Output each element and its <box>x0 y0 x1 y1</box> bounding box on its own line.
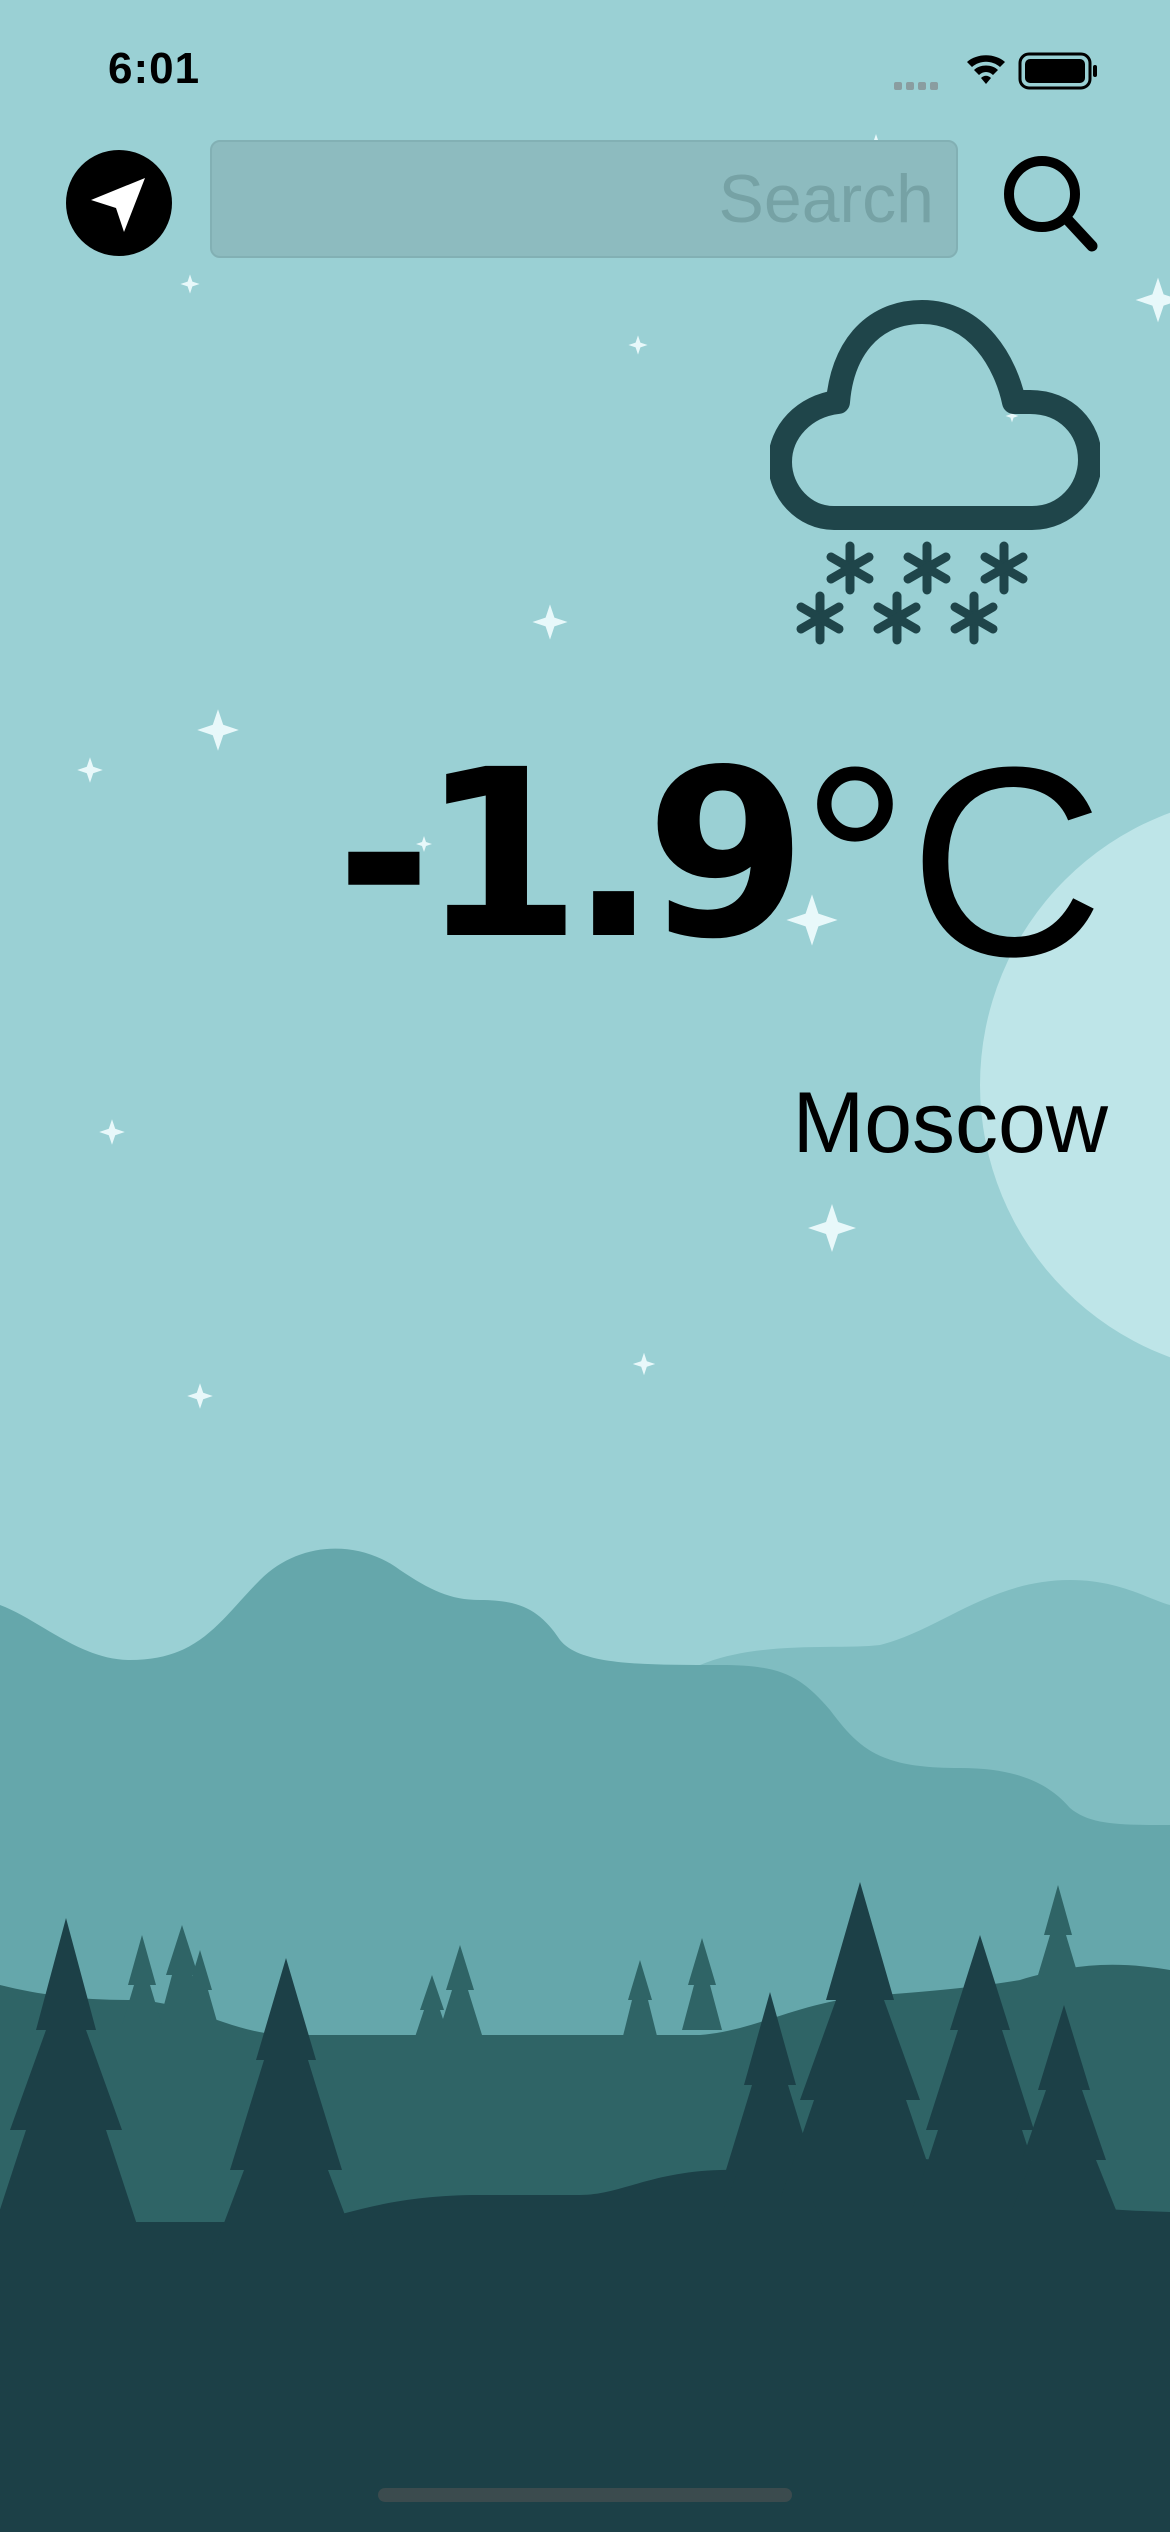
search-button[interactable] <box>996 148 1102 258</box>
status-icons <box>894 52 1097 90</box>
wifi-icon <box>967 55 1005 84</box>
location-arrow-icon <box>91 178 145 232</box>
temperature-value: -1.9 <box>335 720 807 990</box>
search-icon <box>1004 156 1098 252</box>
home-indicator <box>378 2488 792 2502</box>
city-name: Moscow <box>792 1075 1108 1171</box>
search-box <box>210 140 958 258</box>
battery-icon <box>1018 52 1097 90</box>
current-location-button[interactable] <box>66 150 172 256</box>
snow-cloud-icon <box>770 300 1100 645</box>
status-time: 6:01 <box>108 44 201 93</box>
temperature-unit: °C <box>801 712 1104 1013</box>
weather-screen: 6:01 Search -1.9 °C Moscow <box>0 0 1170 2532</box>
search-input[interactable] <box>212 142 956 256</box>
temperature-display: -1.9 °C <box>335 720 1104 998</box>
signal-icon <box>894 82 938 90</box>
